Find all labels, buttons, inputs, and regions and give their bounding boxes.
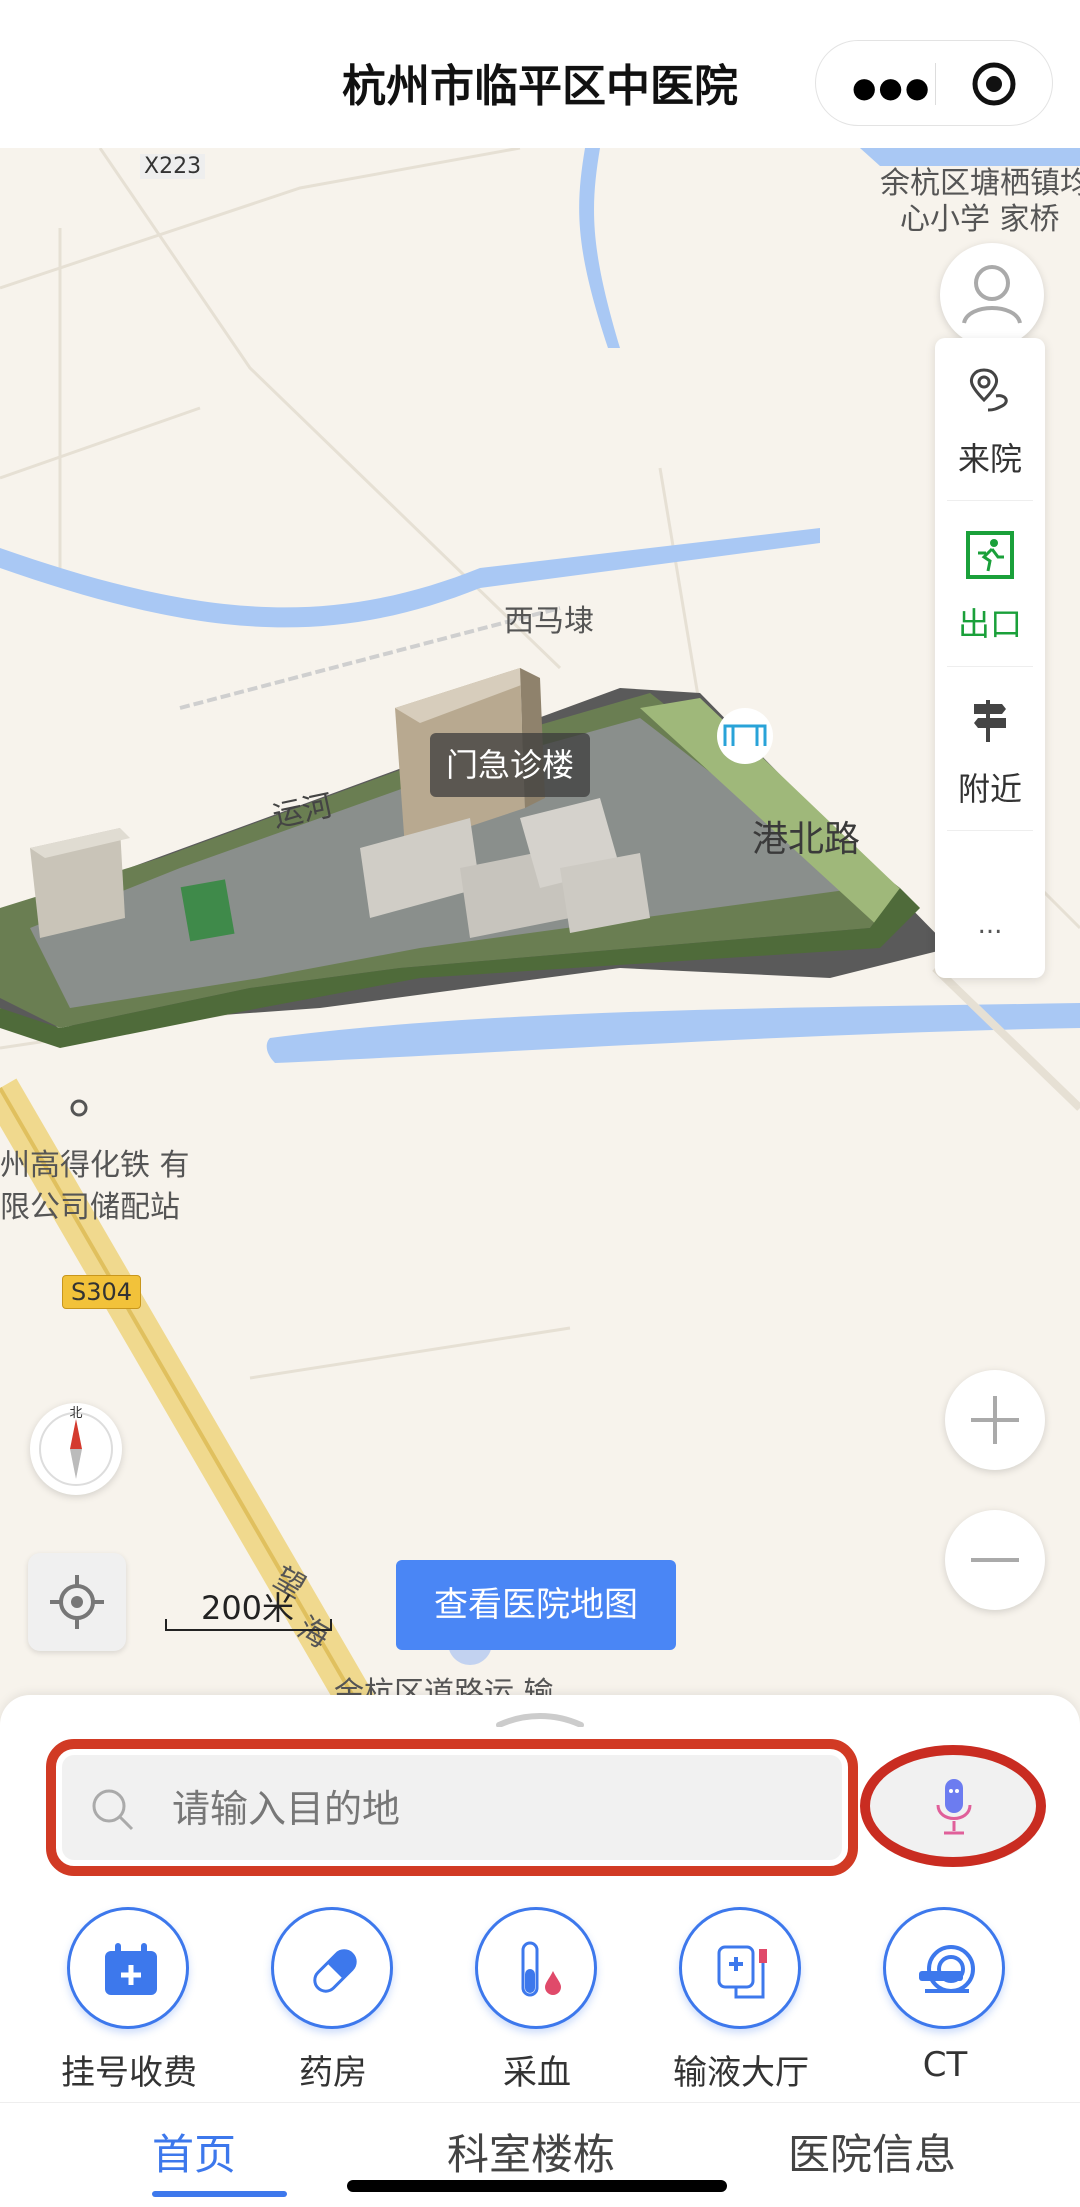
service-icon-circle xyxy=(679,1907,801,2029)
locate-button[interactable] xyxy=(28,1553,126,1651)
iv-drip-icon xyxy=(717,1945,767,1999)
more-dots-icon[interactable]: ●●● xyxy=(852,71,931,104)
divider xyxy=(947,500,1033,501)
side-item-label: 附近 xyxy=(957,770,1022,808)
divider xyxy=(947,830,1033,831)
service-registration[interactable]: 挂号收费 xyxy=(39,1907,219,2093)
service-ct[interactable]: CT xyxy=(855,1907,1035,2085)
zoom-in-button[interactable] xyxy=(945,1370,1045,1470)
side-item-arrival[interactable]: 来院 xyxy=(935,338,1045,498)
service-label: 输液大厅 xyxy=(673,2053,809,2093)
compass-button[interactable]: 北 xyxy=(30,1403,122,1495)
service-blood-test[interactable]: 采血 xyxy=(447,1907,627,2093)
view-hospital-map-button[interactable]: 查看医院地图 xyxy=(396,1560,676,1650)
search-icon xyxy=(92,1789,134,1831)
place-label-company-2: 限公司储配站 xyxy=(0,1190,180,1225)
service-icon-circle xyxy=(475,1907,597,2029)
side-more-button[interactable]: ... xyxy=(935,910,1045,940)
map-scale: 200米 xyxy=(165,1583,332,1631)
side-function-panel: 来院 出口 附近 ... xyxy=(935,338,1045,978)
compass-icon: 北 xyxy=(39,1406,113,1486)
service-icon-circle xyxy=(883,1907,1005,2029)
nav-header: 杭州市临平区中医院 ●●● xyxy=(0,0,1080,148)
pill-icon xyxy=(313,1949,357,1993)
side-item-nearby[interactable]: 附近 xyxy=(935,668,1045,828)
side-item-label: 出口 xyxy=(957,605,1022,643)
tab-home[interactable]: 首页 xyxy=(152,2121,236,2182)
service-shortcuts: 挂号收费 药房 采血 输液大厅 CT xyxy=(0,1907,1080,2093)
ct-scanner-icon xyxy=(919,1945,975,1993)
home-indicator xyxy=(347,2180,727,2192)
service-icon-circle xyxy=(67,1907,189,2029)
plus-icon xyxy=(971,1396,1019,1444)
chevron-up-icon[interactable] xyxy=(495,1713,585,1727)
place-label-yuhang-2: 心小学 家桥 xyxy=(900,202,1060,237)
zoom-out-button[interactable] xyxy=(945,1510,1045,1610)
service-label: 挂号收费 xyxy=(61,2053,197,2093)
road-label-s304: S304 xyxy=(62,1275,142,1309)
mini-program-capsule: ●●● xyxy=(815,40,1053,126)
user-icon xyxy=(962,265,1022,324)
service-label: CT xyxy=(922,2045,968,2085)
user-avatar-button[interactable] xyxy=(940,243,1044,347)
divider xyxy=(947,666,1033,667)
search-bar[interactable] xyxy=(46,1739,858,1876)
service-label: 采血 xyxy=(503,2053,571,2093)
signpost-icon xyxy=(974,700,1006,742)
calendar-plus-icon xyxy=(105,1943,157,1995)
road-label-x223: X223 xyxy=(140,154,206,179)
side-item-exit[interactable]: 出口 xyxy=(935,503,1045,663)
minus-icon xyxy=(971,1558,1019,1562)
tab-departments[interactable]: 科室楼栋 xyxy=(447,2121,615,2182)
exit-icon xyxy=(966,531,1014,579)
compass-north-label: 北 xyxy=(69,1406,82,1421)
building-label-emergency[interactable]: 门急诊楼 xyxy=(430,733,590,797)
location-route-icon xyxy=(970,368,1008,412)
road-label-gangbei: 港北路 xyxy=(752,819,861,860)
crosshair-icon xyxy=(50,1575,104,1629)
scale-bar xyxy=(165,1619,332,1631)
place-label-ximadi: 西马埭 xyxy=(504,604,594,639)
map-view[interactable]: X223 余杭区塘栖镇均 心小学 家桥 西马埭 港北路 运河 州高得化铁 有 限… xyxy=(0,148,1080,1708)
service-label: 药房 xyxy=(299,2053,367,2093)
service-infusion-hall[interactable]: 输液大厅 xyxy=(651,1907,831,2093)
place-label-company-1: 州高得化铁 有 xyxy=(0,1148,190,1183)
blood-test-icon xyxy=(521,1941,561,1997)
tab-hospital-info[interactable]: 医院信息 xyxy=(788,2121,956,2182)
side-item-label: 来院 xyxy=(957,440,1022,478)
service-icon-circle xyxy=(271,1907,393,2029)
target-icon[interactable] xyxy=(971,61,1017,107)
map-canvas xyxy=(0,148,1080,1708)
mic-highlight-ring xyxy=(860,1745,1046,1867)
tab-active-indicator xyxy=(152,2191,287,2197)
service-pharmacy[interactable]: 药房 xyxy=(243,1907,423,2093)
search-input[interactable] xyxy=(170,1755,814,1862)
capsule-divider xyxy=(935,63,936,105)
